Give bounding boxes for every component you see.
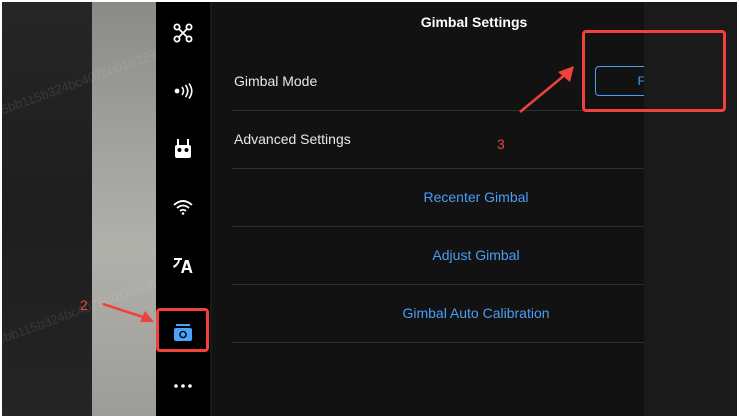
aircraft-icon <box>173 23 193 43</box>
highlight-box-camera <box>156 308 209 352</box>
remote-controller-icon <box>174 139 192 159</box>
signal-icon <box>172 83 194 99</box>
sidebar-item-aircraft[interactable] <box>156 4 210 62</box>
settings-sidebar <box>156 2 210 416</box>
more-icon <box>174 384 192 388</box>
sidebar-item-language[interactable] <box>156 236 210 294</box>
language-icon <box>173 256 193 274</box>
sidebar-item-signal[interactable] <box>156 62 210 120</box>
sidebar-item-remote-controller[interactable] <box>156 120 210 178</box>
step-number-3: 3 <box>497 136 505 152</box>
step-number-2: 2 <box>80 297 88 313</box>
sidebar-item-wifi[interactable] <box>156 178 210 236</box>
gimbal-settings-panel: Gimbal Settings Gimbal Mode Follow Advan… <box>212 2 725 416</box>
sidebar-item-more[interactable] <box>156 357 210 415</box>
highlight-box-follow <box>582 30 726 112</box>
camera-feed-left <box>2 2 92 416</box>
wifi-icon <box>173 199 193 215</box>
